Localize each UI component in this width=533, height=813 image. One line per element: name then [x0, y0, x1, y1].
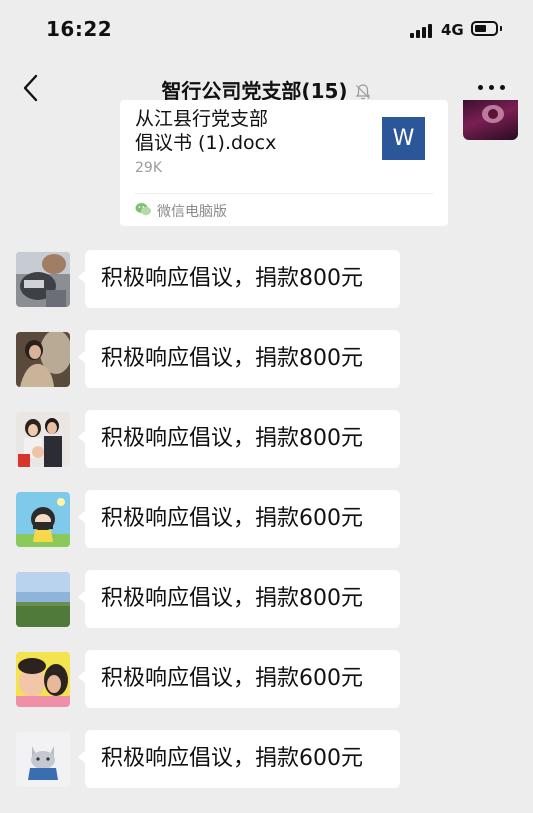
- message-row: 积极响应倡议，捐款800元: [0, 570, 533, 630]
- status-time: 16:22: [46, 17, 113, 41]
- avatar-image-3: [16, 412, 70, 467]
- message-bubble[interactable]: 积极响应倡议，捐款800元: [78, 330, 400, 388]
- avatar[interactable]: [16, 252, 70, 307]
- mute-bell-icon: [355, 83, 370, 99]
- message-row: 积极响应倡议，捐款600元: [0, 650, 533, 710]
- sender-avatar-top[interactable]: [463, 100, 518, 140]
- message-bubble[interactable]: 积极响应倡议，捐款800元: [78, 410, 400, 468]
- network-type: 4G: [441, 21, 464, 39]
- wechat-icon: [135, 203, 151, 216]
- avatar-image-top: [482, 105, 504, 123]
- file-size: 29K: [135, 160, 162, 176]
- message-row: 积极响应倡议，捐款800元: [0, 330, 533, 390]
- avatar[interactable]: [16, 332, 70, 387]
- avatar-image-1: [16, 252, 70, 307]
- battery-tip: [500, 26, 502, 31]
- message-row: 积极响应倡议，捐款800元: [0, 410, 533, 470]
- message-bubble[interactable]: 积极响应倡议，捐款600元: [78, 730, 400, 788]
- avatar-image-4: [16, 492, 70, 547]
- message-bubble[interactable]: 积极响应倡议，捐款800元: [78, 570, 400, 628]
- status-bar: 16:22 4G: [0, 0, 533, 58]
- avatar[interactable]: [16, 492, 70, 547]
- message-row: 积极响应倡议，捐款600元: [0, 490, 533, 550]
- avatar-image-2: [16, 332, 70, 387]
- avatar-image-7: [16, 732, 70, 787]
- avatar-image-6: [16, 652, 70, 707]
- avatar-image-5: [16, 572, 70, 627]
- message-row: 积极响应倡议，捐款800元: [0, 250, 533, 310]
- avatar[interactable]: [16, 412, 70, 467]
- file-source-label: 微信电脑版: [157, 204, 227, 220]
- file-name-partial: 从江县行党支部: [135, 108, 269, 130]
- avatar[interactable]: [16, 572, 70, 627]
- more-button[interactable]: [472, 72, 512, 102]
- avatar[interactable]: [16, 732, 70, 787]
- divider: [135, 193, 433, 194]
- file-name: 倡议书 (1).docx: [135, 132, 277, 154]
- message-bubble[interactable]: 积极响应倡议，捐款600元: [78, 650, 400, 708]
- word-document-icon: W: [382, 117, 425, 160]
- file-message-card[interactable]: 从江县行党支部 倡议书 (1).docx 29K W 微信电脑版: [120, 100, 448, 226]
- message-row: 积极响应倡议，捐款600元: [0, 730, 533, 790]
- message-bubble[interactable]: 积极响应倡议，捐款800元: [78, 250, 400, 308]
- message-bubble[interactable]: 积极响应倡议，捐款600元: [78, 490, 400, 548]
- avatar[interactable]: [16, 652, 70, 707]
- signal-icon: [410, 24, 434, 38]
- battery-icon: [471, 21, 498, 36]
